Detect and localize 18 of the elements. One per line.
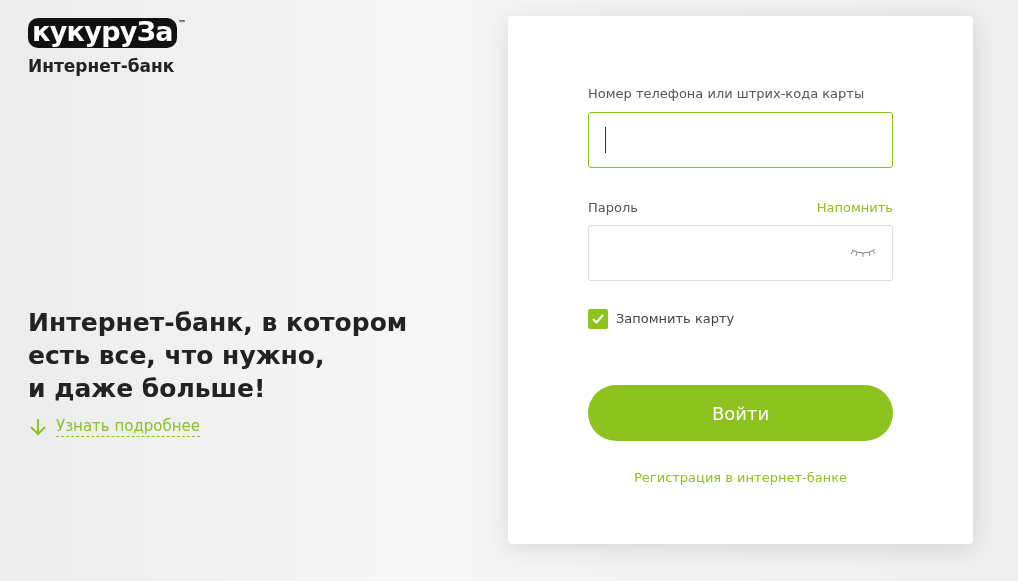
password-label: Пароль — [588, 198, 638, 217]
phone-label: Номер телефона или штрих-кода карты — [588, 85, 865, 103]
logo: кукуруЗа — [28, 18, 177, 48]
password-input[interactable] — [588, 225, 893, 281]
learn-more-link[interactable]: Узнать подробнее — [28, 416, 201, 437]
remind-link[interactable]: Напомнить — [816, 197, 893, 217]
phone-input[interactable] — [588, 111, 893, 168]
login-button[interactable]: Войти — [588, 385, 893, 441]
register-link[interactable]: Регистрация в интернет-банке — [634, 468, 847, 488]
subtitle: Интернет-банк — [28, 55, 175, 78]
check-icon — [592, 314, 604, 324]
text-cursor — [605, 126, 606, 153]
headline: Интернет-банк, в котором есть все, что нужно, и даже больше! — [28, 306, 408, 405]
arrow-down-icon — [28, 416, 48, 437]
trademark: ™ — [177, 18, 186, 30]
checkbox-box[interactable] — [588, 309, 608, 329]
remember-checkbox[interactable]: Запомнить карту — [588, 309, 735, 329]
closed-eye-icon[interactable] — [850, 248, 876, 258]
